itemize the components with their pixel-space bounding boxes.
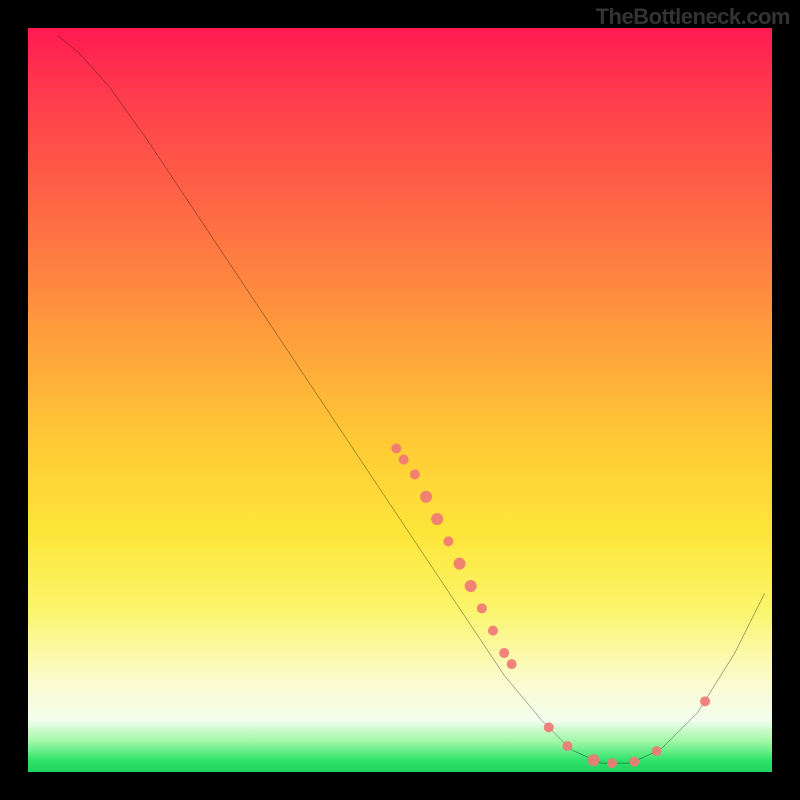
data-point xyxy=(410,469,420,479)
data-point xyxy=(652,746,662,756)
data-point xyxy=(700,696,710,706)
data-point xyxy=(544,722,554,732)
data-point xyxy=(587,754,599,766)
chart-overlay xyxy=(28,28,772,772)
watermark-text: TheBottleneck.com xyxy=(596,4,790,30)
data-point xyxy=(391,443,401,453)
data-point xyxy=(399,455,409,465)
data-point xyxy=(420,491,432,503)
plot-area xyxy=(28,28,772,772)
chart-frame: TheBottleneck.com xyxy=(0,0,800,800)
data-point xyxy=(454,558,466,570)
bottleneck-curve xyxy=(58,35,765,763)
data-point xyxy=(562,741,572,751)
data-point xyxy=(443,536,453,546)
data-point xyxy=(488,626,498,636)
data-point xyxy=(499,648,509,658)
data-point xyxy=(477,603,487,613)
data-markers xyxy=(391,443,710,768)
data-point xyxy=(431,513,443,525)
data-point xyxy=(607,758,617,768)
data-point xyxy=(629,757,639,767)
data-point xyxy=(465,580,477,592)
data-point xyxy=(507,659,517,669)
